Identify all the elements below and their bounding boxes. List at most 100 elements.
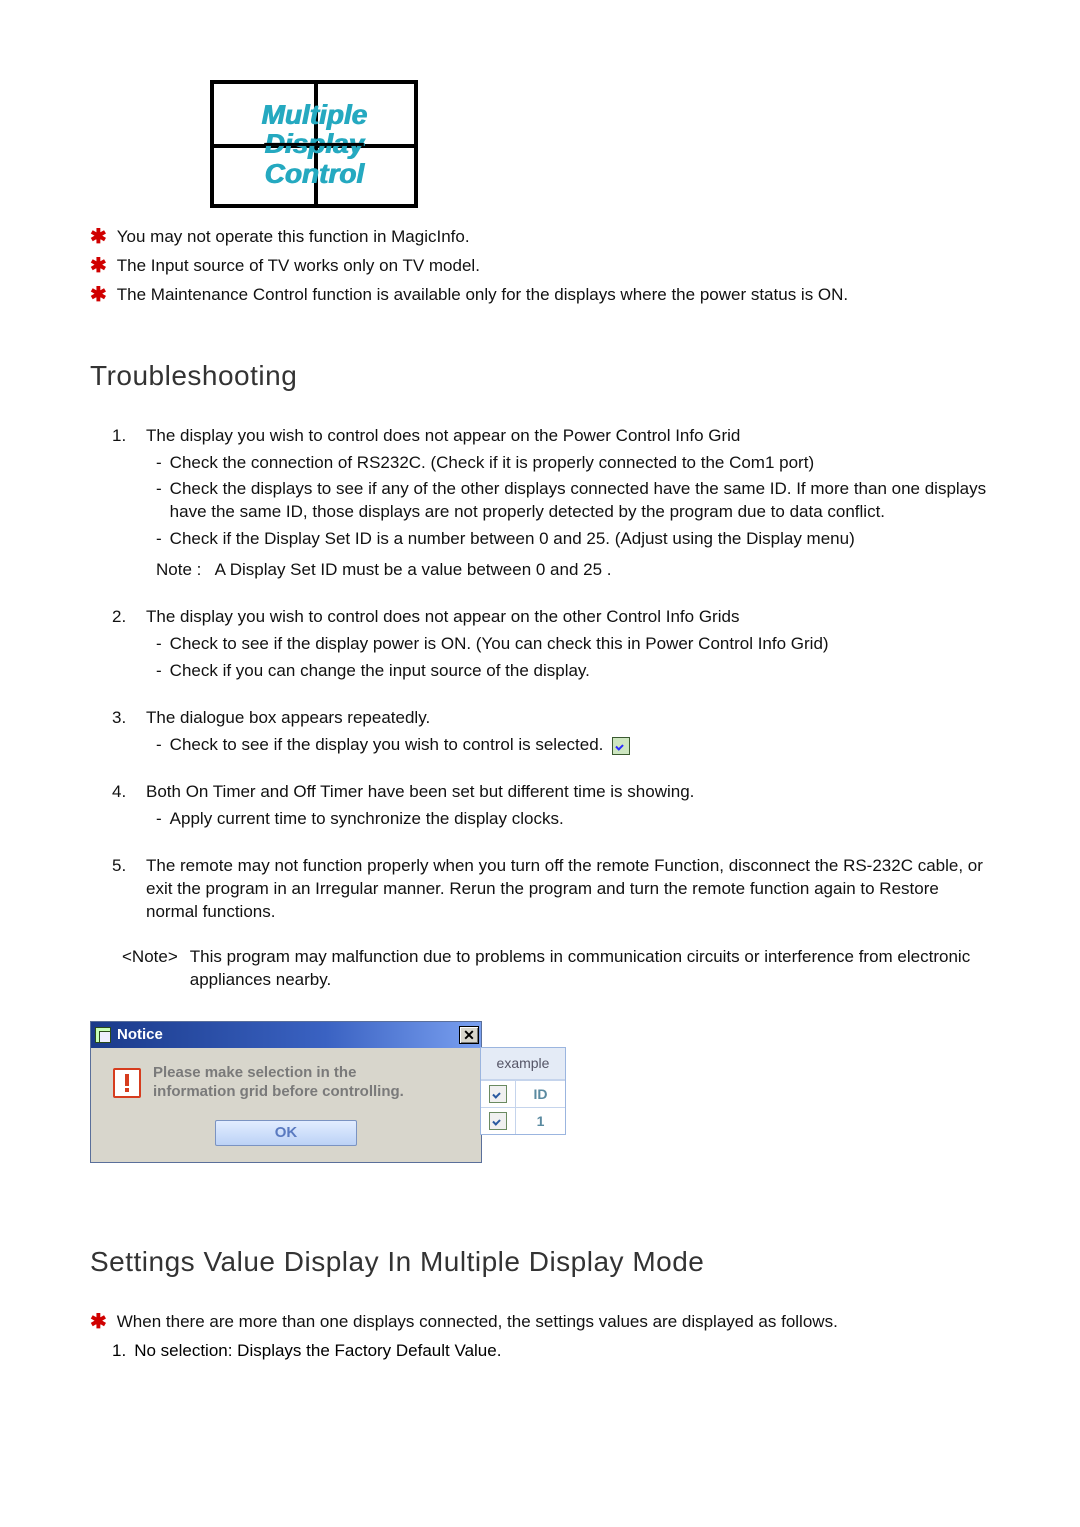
item-sub-text: Check to see if the display power is ON.… bbox=[170, 633, 829, 656]
star-icon: ✱ bbox=[90, 256, 107, 276]
item-sub-text: Check if the Display Set ID is a number … bbox=[170, 528, 855, 551]
dash-icon: - bbox=[156, 633, 162, 656]
global-note-text: This program may malfunction due to prob… bbox=[190, 946, 990, 992]
settings-heading: Settings Value Display In Multiple Displ… bbox=[90, 1243, 990, 1281]
item-text: No selection: Displays the Factory Defau… bbox=[134, 1340, 501, 1363]
close-icon[interactable]: ✕ bbox=[459, 1026, 479, 1044]
example-panel: example ID 1 bbox=[480, 1047, 566, 1135]
item-title: The display you wish to control does not… bbox=[146, 606, 990, 629]
star-icon: ✱ bbox=[90, 227, 107, 247]
example-header-check-cell bbox=[481, 1081, 516, 1107]
item-number: 4. bbox=[112, 781, 136, 831]
document-page: Multiple Display Control ✱ You may not o… bbox=[0, 0, 1080, 1423]
dash-icon: - bbox=[156, 452, 162, 475]
top-note-item: ✱ You may not operate this function in M… bbox=[90, 226, 990, 249]
notice-title-text: Notice bbox=[117, 1025, 163, 1045]
item-title: The remote may not function properly whe… bbox=[146, 855, 990, 924]
ok-button[interactable]: OK bbox=[215, 1120, 357, 1146]
checkbox-icon bbox=[489, 1085, 507, 1103]
item-sub: - Check to see if the display you wish t… bbox=[156, 734, 990, 757]
notice-dialog: Notice ✕ Please make selection in the in… bbox=[90, 1021, 482, 1163]
troubleshooting-item: 3. The dialogue box appears repeatedly. … bbox=[112, 707, 990, 757]
item-sub: -Check the connection of RS232C. (Check … bbox=[156, 452, 990, 475]
global-note: <Note> This program may malfunction due … bbox=[122, 946, 990, 992]
top-note-text: The Input source of TV works only on TV … bbox=[117, 255, 480, 278]
item-sub-text: Check the connection of RS232C. (Check i… bbox=[170, 452, 814, 475]
note-label: Note : bbox=[156, 560, 201, 579]
notice-message-line-1: Please make selection in the bbox=[153, 1064, 356, 1081]
top-note-item: ✱ The Maintenance Control function is av… bbox=[90, 284, 990, 307]
checkbox-icon bbox=[489, 1112, 507, 1130]
item-sub: -Check if the Display Set ID is a number… bbox=[156, 528, 990, 551]
global-note-label: <Note> bbox=[122, 946, 178, 992]
logo-text: Multiple Display Control bbox=[261, 100, 367, 188]
item-title: The display you wish to control does not… bbox=[146, 425, 990, 448]
logo-line-2: Display bbox=[264, 128, 364, 159]
item-body: Both On Timer and Off Timer have been se… bbox=[146, 781, 990, 831]
troubleshooting-heading: Troubleshooting bbox=[90, 357, 990, 395]
checkbox-icon bbox=[612, 737, 630, 755]
item-sub: -Apply current time to synchronize the d… bbox=[156, 808, 990, 831]
item-body: The dialogue box appears repeatedly. - C… bbox=[146, 707, 990, 757]
item-body: The display you wish to control does not… bbox=[146, 606, 990, 683]
window-icon bbox=[95, 1027, 111, 1043]
item-sub: -Check the displays to see if any of the… bbox=[156, 478, 990, 524]
example-header: example bbox=[481, 1048, 565, 1080]
settings-note-text: When there are more than one displays co… bbox=[117, 1311, 838, 1334]
item-sub: -Check if you can change the input sourc… bbox=[156, 660, 990, 683]
item-sub: -Check to see if the display power is ON… bbox=[156, 633, 990, 656]
top-note-text: You may not operate this function in Mag… bbox=[117, 226, 470, 249]
item-title: The dialogue box appears repeatedly. bbox=[146, 707, 990, 730]
star-icon: ✱ bbox=[90, 1312, 107, 1332]
settings-list: 1. No selection: Displays the Factory De… bbox=[94, 1340, 990, 1363]
settings-section: Settings Value Display In Multiple Displ… bbox=[90, 1243, 990, 1363]
dash-icon: - bbox=[156, 478, 162, 524]
dash-icon: - bbox=[156, 808, 162, 831]
example-data-row: 1 bbox=[481, 1107, 565, 1134]
notice-message-line-2: information grid before controlling. bbox=[153, 1083, 404, 1100]
item-body: The display you wish to control does not… bbox=[146, 425, 990, 583]
dash-icon: - bbox=[156, 734, 162, 757]
notice-ok-row: OK bbox=[91, 1112, 481, 1162]
note-text: A Display Set ID must be a value between… bbox=[215, 560, 612, 579]
logo-container: Multiple Display Control bbox=[210, 80, 990, 208]
settings-list-item: 1. No selection: Displays the Factory De… bbox=[112, 1340, 990, 1363]
example-data-id-cell: 1 bbox=[516, 1112, 565, 1131]
item-sub-text: Check to see if the display you wish to … bbox=[170, 735, 604, 754]
troubleshooting-item: 2. The display you wish to control does … bbox=[112, 606, 990, 683]
item-title: Both On Timer and Off Timer have been se… bbox=[146, 781, 990, 804]
top-note-item: ✱ The Input source of TV works only on T… bbox=[90, 255, 990, 278]
notice-body: Please make selection in the information… bbox=[91, 1048, 481, 1112]
settings-note-item: ✱ When there are more than one displays … bbox=[90, 1311, 990, 1334]
example-data-check-cell bbox=[481, 1108, 516, 1134]
item-number: 1. bbox=[112, 425, 136, 583]
troubleshooting-item: 4. Both On Timer and Off Timer have been… bbox=[112, 781, 990, 831]
item-number: 3. bbox=[112, 707, 136, 757]
item-number: 2. bbox=[112, 606, 136, 683]
notice-message: Please make selection in the information… bbox=[153, 1064, 404, 1102]
item-sub-text: Check if you can change the input source… bbox=[170, 660, 590, 683]
settings-notes-list: ✱ When there are more than one displays … bbox=[90, 1311, 990, 1334]
star-icon: ✱ bbox=[90, 285, 107, 305]
dash-icon: - bbox=[156, 660, 162, 683]
logo-line-3: Control bbox=[264, 158, 364, 189]
troubleshooting-item: 5. The remote may not function properly … bbox=[112, 855, 990, 924]
top-note-text: The Maintenance Control function is avai… bbox=[117, 284, 848, 307]
notice-titlebar: Notice ✕ bbox=[91, 1022, 481, 1048]
troubleshooting-list: 1. The display you wish to control does … bbox=[90, 425, 990, 992]
warning-icon bbox=[113, 1068, 141, 1098]
item-inline-note: Note : A Display Set ID must be a value … bbox=[156, 559, 990, 582]
top-notes-list: ✱ You may not operate this function in M… bbox=[90, 226, 990, 307]
notice-and-example-row: Notice ✕ Please make selection in the in… bbox=[90, 1021, 990, 1163]
item-sub-text: Apply current time to synchronize the di… bbox=[170, 808, 564, 831]
example-header-row: ID bbox=[481, 1080, 565, 1107]
troubleshooting-item: 1. The display you wish to control does … bbox=[112, 425, 990, 583]
multiple-display-control-logo: Multiple Display Control bbox=[210, 80, 418, 208]
logo-line-1: Multiple bbox=[261, 99, 367, 130]
item-number: 1. bbox=[112, 1340, 126, 1363]
example-header-id-cell: ID bbox=[516, 1085, 565, 1104]
notice-title-left: Notice bbox=[95, 1025, 163, 1045]
item-sub-text: Check the displays to see if any of the … bbox=[170, 478, 990, 524]
item-body: The remote may not function properly whe… bbox=[146, 855, 990, 924]
item-number: 5. bbox=[112, 855, 136, 924]
